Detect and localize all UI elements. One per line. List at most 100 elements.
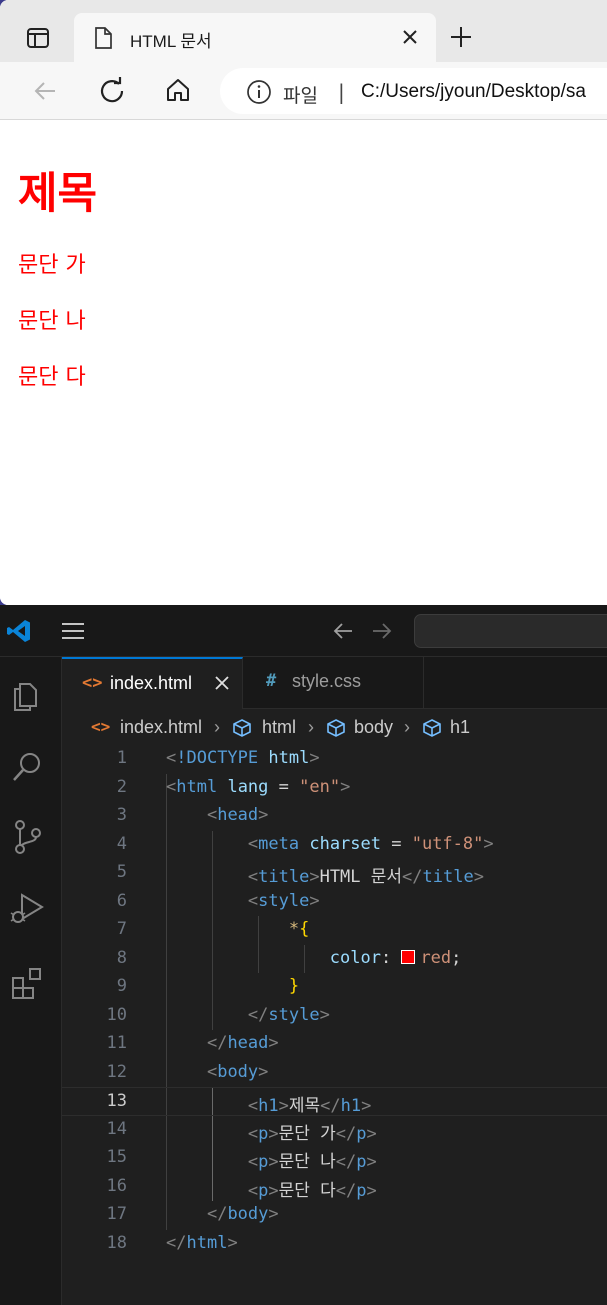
css-file-icon: # (266, 671, 277, 691)
line-number: 13 (106, 1091, 127, 1111)
line-number: 10 (106, 1004, 127, 1025)
code-text: } (288, 976, 300, 996)
code-line: 6 <style> (62, 888, 607, 917)
line-number: 3 (116, 805, 127, 825)
code-line: 3 <head> (62, 802, 607, 831)
tab-actions-icon[interactable] (24, 24, 52, 52)
vscode-window: <> index.html # style.css <> index.html … (0, 605, 607, 1305)
code-line: 4 <meta charset = "utf-8"> (62, 831, 607, 860)
line-number: 15 (106, 1147, 127, 1167)
browser-tab-bar: HTML 문서 (0, 0, 607, 62)
browser-nav-bar: 파일 | C:/Users/jyoun/Desktop/sa (0, 62, 607, 120)
code-text: </body> (206, 1204, 279, 1224)
close-tab-icon[interactable] (398, 25, 422, 49)
tab-style-css[interactable]: # style.css (244, 657, 424, 709)
code-text: <p>문단 가</p> (247, 1123, 377, 1144)
code-line: 8 color: red; (62, 945, 607, 974)
code-text: </html> (166, 1232, 238, 1253)
command-center-search[interactable] (414, 614, 607, 648)
breadcrumb: <> index.html › html › body › h1 (62, 709, 607, 745)
code-line: 9 } (62, 973, 607, 1002)
new-tab-icon[interactable] (448, 24, 474, 50)
line-number: 1 (116, 748, 127, 768)
explorer-icon[interactable] (8, 675, 48, 715)
tab-label: style.css (292, 671, 362, 691)
home-icon[interactable] (163, 75, 193, 105)
activity-bar (0, 657, 62, 1305)
code-text: color: red; (329, 947, 462, 968)
code-text: <meta charset = "utf-8"> (247, 833, 494, 854)
line-number: 7 (116, 919, 127, 939)
line-number: 6 (116, 890, 127, 911)
line-number: 11 (106, 1033, 127, 1053)
address-scheme-label: 파일 (283, 85, 318, 107)
code-line: 2 <html lang = "en"> (62, 774, 607, 803)
browser-tab-active[interactable]: HTML 문서 (74, 13, 436, 62)
cube-icon (423, 719, 441, 737)
page-paragraph-2: 문단 나 (18, 309, 86, 334)
address-bar[interactable]: 파일 | C:/Users/jyoun/Desktop/sa (220, 68, 607, 114)
browser-tab-title: HTML 문서 (130, 32, 212, 51)
code-text: <title>HTML 문서</title> (247, 867, 484, 887)
go-back-icon[interactable] (330, 619, 356, 643)
code-text: <p>문단 나</p> (247, 1152, 377, 1172)
tab-label: index.html (110, 673, 193, 693)
page-paragraph-1: 문단 가 (18, 253, 86, 278)
code-line: 11 </head> (62, 1030, 607, 1059)
vscode-title-bar (0, 605, 607, 657)
line-number: 18 (106, 1232, 127, 1253)
breadcrumb-file[interactable]: index.html (120, 717, 202, 738)
code-line: 5 <title>HTML 문서</title> (62, 859, 607, 888)
html-file-icon: <> (91, 717, 111, 736)
page-heading: 제목 (18, 169, 98, 219)
breadcrumb-html[interactable]: html (262, 717, 296, 738)
extensions-icon[interactable] (8, 963, 48, 1003)
address-url[interactable]: C:/Users/jyoun/Desktop/sa (361, 81, 586, 103)
go-forward-icon[interactable] (369, 619, 395, 643)
html-file-icon: <> (82, 673, 103, 693)
line-number: 9 (116, 976, 127, 996)
code-line: 1 <!DOCTYPE html> (62, 745, 607, 774)
close-icon[interactable] (212, 673, 232, 693)
reload-icon[interactable] (97, 75, 127, 105)
cube-icon (327, 719, 345, 737)
breadcrumb-h1[interactable]: h1 (450, 717, 470, 738)
back-arrow-icon[interactable] (30, 76, 60, 106)
line-number: 16 (106, 1175, 127, 1196)
code-line: 18 </html> (62, 1230, 607, 1259)
code-editor[interactable]: 1 <!DOCTYPE html> 2 <html lang = "en"> 3… (62, 745, 607, 1305)
menu-icon[interactable] (60, 620, 86, 642)
line-number: 8 (116, 947, 127, 968)
color-swatch[interactable] (401, 949, 416, 964)
code-line: 14 <p>문단 가</p> (62, 1116, 607, 1145)
cube-icon (233, 719, 251, 737)
line-number: 5 (116, 862, 127, 882)
code-text: <p>문단 다</p> (247, 1180, 377, 1201)
source-control-icon[interactable] (8, 817, 48, 857)
code-text: </head> (206, 1033, 279, 1053)
code-line: 7 *{ (62, 916, 607, 945)
vscode-logo-icon[interactable] (6, 618, 32, 644)
line-number: 17 (106, 1204, 127, 1224)
chevron-right-icon: › (214, 717, 220, 737)
code-line: 16 <p>문단 다</p> (62, 1173, 607, 1202)
breadcrumb-body[interactable]: body (354, 717, 393, 738)
line-number: 2 (116, 776, 127, 797)
code-text: </style> (247, 1004, 330, 1025)
editor-tabs: <> index.html # style.css (62, 657, 607, 709)
chevron-right-icon: › (404, 717, 410, 737)
code-line: 15 <p>문단 나</p> (62, 1144, 607, 1173)
code-text: *{ (288, 919, 310, 939)
code-text: <style> (247, 890, 320, 911)
address-separator: | (338, 80, 345, 104)
file-icon (95, 27, 112, 49)
page-viewport: 제목 문단 가 문단 나 문단 다 (0, 121, 607, 605)
run-debug-icon[interactable] (8, 889, 48, 929)
info-icon[interactable] (246, 79, 272, 105)
browser-window: HTML 문서 파일 | C:/Users/jyoun/Desktop/sa 제… (0, 0, 607, 605)
code-line: 17 </body> (62, 1201, 607, 1230)
code-text: <html lang = "en"> (166, 776, 351, 797)
search-icon[interactable] (8, 747, 48, 787)
page-paragraph-3: 문단 다 (18, 365, 86, 390)
tab-index-html[interactable]: <> index.html (62, 657, 243, 709)
